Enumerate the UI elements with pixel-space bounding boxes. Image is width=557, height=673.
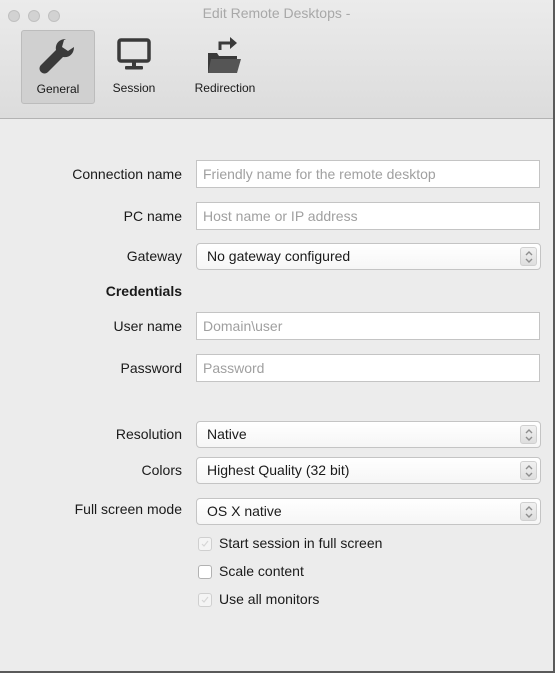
folder-redirect-icon: [184, 34, 266, 74]
tab-redirection[interactable]: Redirection: [184, 30, 266, 104]
full-screen-mode-label: Full screen mode: [74, 501, 182, 517]
tab-session-label: Session: [112, 81, 156, 95]
resolution-select[interactable]: Native: [196, 421, 541, 448]
connection-name-input[interactable]: [196, 160, 540, 188]
tab-session[interactable]: Session: [103, 30, 165, 104]
chevron-updown-icon: [520, 247, 537, 266]
scale-content-label: Scale content: [219, 563, 304, 579]
pc-name-input[interactable]: [196, 202, 540, 230]
monitor-icon: [103, 34, 165, 74]
password-label: Password: [120, 360, 182, 376]
use-all-monitors-checkbox[interactable]: [198, 593, 212, 607]
credentials-heading: Credentials: [105, 283, 182, 299]
scale-content-checkbox[interactable]: [198, 565, 212, 579]
chevron-updown-icon: [520, 502, 537, 521]
colors-select[interactable]: Highest Quality (32 bit): [196, 457, 541, 484]
window-title: Edit Remote Desktops -: [202, 5, 351, 21]
chevron-updown-icon: [520, 461, 537, 480]
title-toolbar: Edit Remote Desktops - General Session R…: [0, 0, 553, 119]
connection-name-label: Connection name: [72, 166, 182, 182]
resolution-select-value: Native: [207, 426, 247, 442]
full-screen-mode-select[interactable]: OS X native: [196, 498, 541, 525]
wrench-icon: [22, 35, 94, 75]
pc-name-label: PC name: [123, 208, 182, 224]
start-in-full-screen-checkbox[interactable]: [198, 537, 212, 551]
full-screen-mode-select-value: OS X native: [207, 503, 282, 519]
use-all-monitors-label: Use all monitors: [219, 591, 320, 607]
resolution-label: Resolution: [115, 426, 182, 442]
colors-select-value: Highest Quality (32 bit): [207, 462, 350, 478]
tab-redirection-label: Redirection: [194, 81, 256, 95]
chevron-updown-icon: [520, 425, 537, 444]
gateway-select-value: No gateway configured: [207, 248, 351, 264]
user-name-label: User name: [113, 318, 182, 334]
tab-general[interactable]: General: [21, 30, 95, 104]
edit-remote-desktops-window: Edit Remote Desktops - General Session R…: [0, 0, 555, 673]
user-name-input[interactable]: [196, 312, 540, 340]
start-in-full-screen-label: Start session in full screen: [219, 535, 383, 551]
gateway-select[interactable]: No gateway configured: [196, 243, 541, 270]
gateway-label: Gateway: [126, 248, 182, 264]
colors-label: Colors: [141, 462, 182, 478]
tab-general-label: General: [36, 82, 80, 96]
password-input[interactable]: [196, 354, 540, 382]
